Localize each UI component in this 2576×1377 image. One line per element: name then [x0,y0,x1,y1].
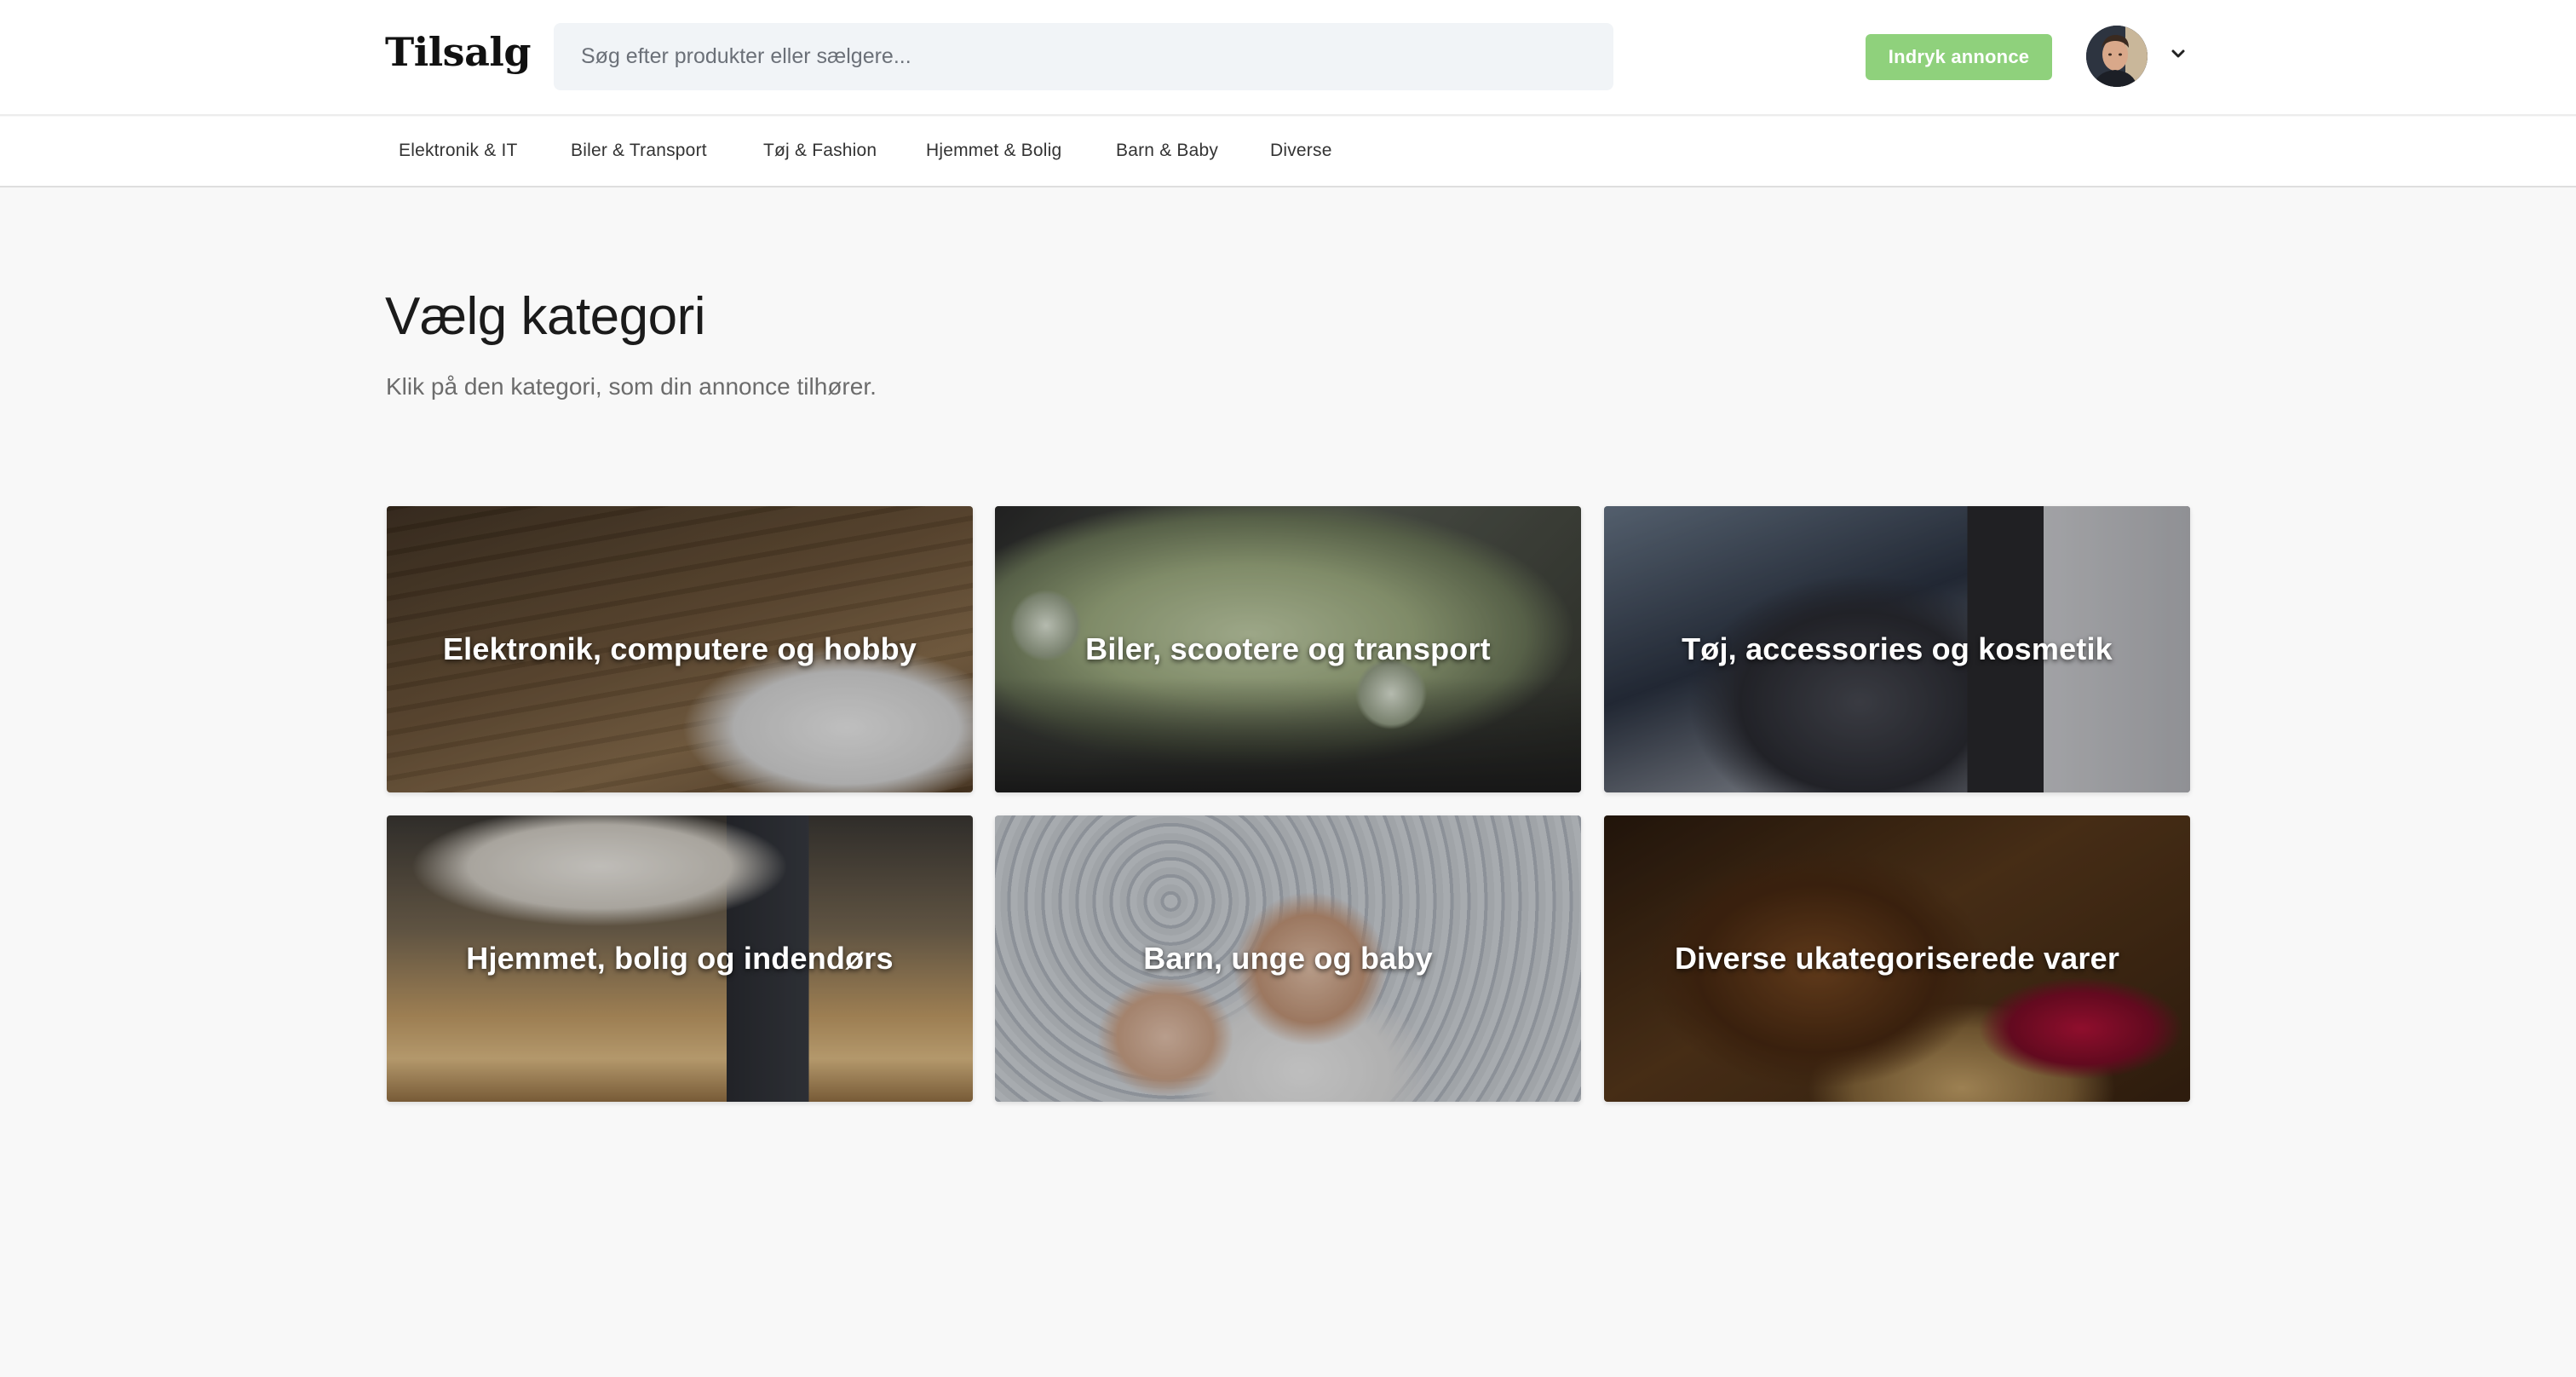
nav-item-diverse[interactable]: Diverse [1270,141,1332,161]
category-card-electronics[interactable]: Elektronik, computere og hobby [387,506,973,792]
nav-item-elektronik[interactable]: Elektronik & IT [399,141,518,161]
category-label: Tøj, accessories og kosmetik [1682,631,2113,666]
category-card-misc[interactable]: Diverse ukategoriserede varer [1604,815,2190,1102]
nav-item-toj[interactable]: Tøj & Fashion [763,141,877,161]
post-ad-button[interactable]: Indryk annonce [1866,34,2052,80]
category-card-fashion[interactable]: Tøj, accessories og kosmetik [1604,506,2190,792]
page-subtitle: Klik på den kategori, som din annonce ti… [386,373,877,400]
category-label: Biler, scootere og transport [1085,631,1491,666]
category-label: Hjemmet, bolig og indendørs [466,941,894,976]
chevron-down-icon[interactable] [2167,43,2189,65]
page-title: Vælg kategori [385,287,706,346]
nav-item-hjemmet[interactable]: Hjemmet & Bolig [926,141,1061,161]
site-logo[interactable]: Tilsalg [385,29,532,75]
category-card-cars[interactable]: Biler, scootere og transport [995,506,1581,792]
category-nav: Elektronik & IT Biler & Transport Tøj & … [0,117,2576,187]
user-avatar[interactable] [2086,26,2148,87]
category-label: Diverse ukategoriserede varer [1674,941,2120,976]
avatar-photo [2086,26,2148,87]
nav-item-biler[interactable]: Biler & Transport [571,141,707,161]
search-input[interactable] [554,23,1613,90]
category-card-kids[interactable]: Barn, unge og baby [995,815,1581,1102]
category-card-home[interactable]: Hjemmet, bolig og indendørs [387,815,973,1102]
top-header: Tilsalg Indryk annonce [0,0,2576,116]
nav-item-barn[interactable]: Barn & Baby [1116,141,1218,161]
category-label: Elektronik, computere og hobby [442,631,917,666]
category-label: Barn, unge og baby [1143,941,1433,976]
